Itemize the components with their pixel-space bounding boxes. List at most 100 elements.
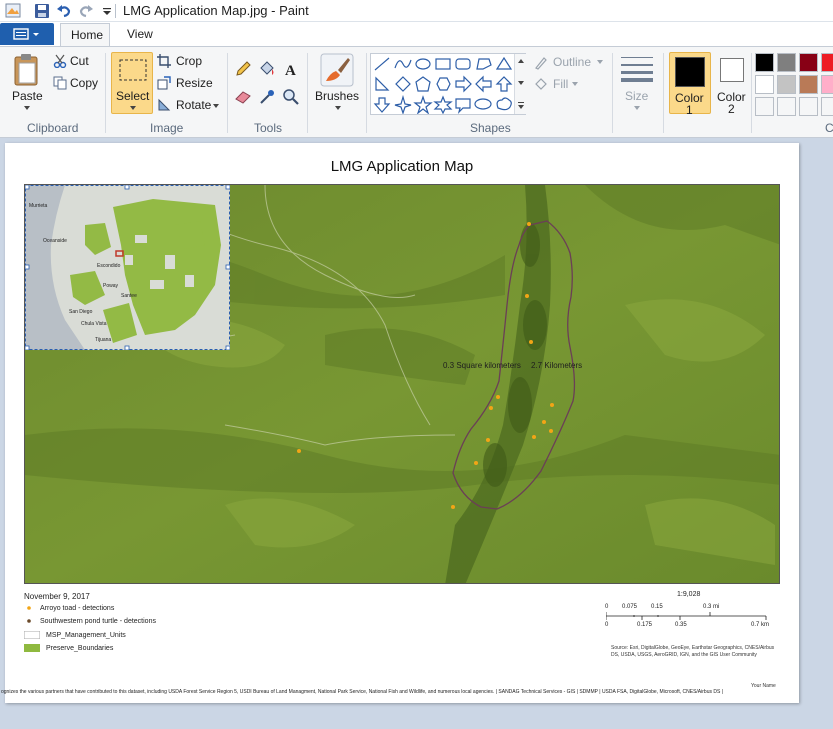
- legend-label: Preserve_Boundaries: [46, 644, 114, 652]
- group-separator: [612, 53, 613, 133]
- eraser-icon[interactable]: [234, 88, 252, 106]
- size-label: Size: [625, 89, 649, 103]
- customize-quick-access-chevron-icon[interactable]: [98, 2, 116, 20]
- shapes-scroll-up-icon[interactable]: [517, 58, 525, 64]
- palette-swatch-empty[interactable]: [799, 97, 818, 116]
- resize-icon[interactable]: [157, 76, 171, 90]
- color-picker-icon[interactable]: [258, 88, 276, 106]
- curve-shape-icon: [394, 59, 412, 69]
- palette-swatch[interactable]: [777, 53, 796, 72]
- ribbon: Paste Cut Copy Clipboard Select Crop Res…: [0, 46, 833, 138]
- rotate-button[interactable]: Rotate: [176, 98, 211, 112]
- scale-km-tick: 0.7 km: [751, 622, 770, 628]
- shapes-gallery[interactable]: [370, 53, 526, 115]
- crop-button[interactable]: Crop: [176, 54, 202, 68]
- palette-swatch[interactable]: [821, 53, 833, 72]
- resize-button[interactable]: Resize: [176, 76, 213, 90]
- selection-handle: [25, 264, 30, 270]
- palette-swatch-empty[interactable]: [777, 97, 796, 116]
- hexagon-shape-icon: [436, 77, 451, 91]
- polygon-shape-icon: [476, 58, 492, 70]
- redo-icon[interactable]: [77, 2, 95, 20]
- selection-handle: [225, 185, 230, 190]
- fill-dropdown-chevron-icon[interactable]: [571, 81, 579, 87]
- palette-swatch-empty[interactable]: [821, 97, 833, 116]
- select-button[interactable]: Select: [111, 52, 153, 114]
- arroyo-toad-symbol-icon: [27, 606, 31, 610]
- inset-label-murrieta: Murrieta: [29, 203, 48, 209]
- tab-view[interactable]: View: [117, 23, 163, 46]
- tab-home[interactable]: Home: [60, 23, 110, 46]
- line-size-icon: [621, 57, 653, 82]
- copy-button[interactable]: Copy: [70, 76, 98, 90]
- palette-swatch[interactable]: [821, 75, 833, 94]
- palette-swatch[interactable]: [777, 75, 796, 94]
- copy-icon[interactable]: [53, 76, 67, 90]
- rotate-icon[interactable]: [157, 98, 171, 112]
- fill-icon[interactable]: [534, 77, 548, 91]
- length-label: 2.7 Kilometers: [531, 361, 582, 370]
- select-dropdown-chevron-icon: [130, 106, 136, 110]
- palette-swatch[interactable]: [755, 53, 774, 72]
- rotate-dropdown-chevron-icon[interactable]: [212, 103, 220, 109]
- color-1-button[interactable]: Color 1: [669, 52, 711, 117]
- legend-label: Arroyo toad - detections: [40, 604, 115, 612]
- group-separator: [751, 53, 752, 133]
- color-2-swatch: [720, 58, 744, 82]
- right-triangle-shape-icon: [375, 76, 390, 91]
- cut-button[interactable]: Cut: [70, 54, 89, 68]
- image-canvas[interactable]: LMG Application Map 0.3 Square kilometer…: [1, 143, 799, 703]
- palette-swatch[interactable]: [755, 75, 774, 94]
- clipboard-icon: [14, 54, 38, 86]
- selection-handle: [25, 185, 30, 190]
- undo-icon[interactable]: [55, 2, 73, 20]
- map-frame: 0.3 Square kilometers 2.7 Kilometers Mur…: [24, 184, 780, 584]
- palette-swatch[interactable]: [799, 75, 818, 94]
- scale-ratio: 1:9,028: [677, 591, 701, 598]
- palette-swatch[interactable]: [799, 53, 818, 72]
- svg-text:A: A: [285, 63, 296, 78]
- arroyo-toad-point: [297, 449, 301, 453]
- image-group-label: Image: [150, 121, 184, 135]
- scale-km-tick: 0.35: [675, 622, 687, 628]
- outline-icon[interactable]: [534, 56, 548, 70]
- color-1-number: 1: [686, 103, 693, 117]
- pentagon-shape-icon: [415, 76, 431, 92]
- group-separator: [663, 53, 664, 133]
- map-title: LMG Application Map: [330, 158, 474, 175]
- shapes-scroll-down-icon[interactable]: [517, 80, 525, 86]
- size-button[interactable]: Size: [617, 53, 657, 115]
- inset-overview-map[interactable]: Murrieta Oceanside Escondido Poway Sante…: [25, 185, 230, 350]
- file-menu-button[interactable]: [0, 23, 54, 45]
- shapes-expand-icon[interactable]: [517, 102, 525, 110]
- save-icon[interactable]: [33, 2, 51, 20]
- palette-swatch-empty[interactable]: [755, 97, 774, 116]
- fill-button[interactable]: Fill: [553, 77, 568, 91]
- arroyo-toad-point: [486, 438, 490, 442]
- brushes-label: Brushes: [315, 89, 360, 103]
- outline-dropdown-chevron-icon[interactable]: [596, 59, 604, 65]
- outline-button[interactable]: Outline: [553, 55, 591, 69]
- group-separator: [105, 53, 106, 133]
- shapes-scroll[interactable]: [514, 54, 526, 114]
- map-date: November 9, 2017: [24, 592, 90, 601]
- legend-item-preserve-boundaries: Preserve_Boundaries: [24, 644, 113, 652]
- pencil-icon[interactable]: [234, 60, 252, 78]
- fill-bucket-icon[interactable]: [258, 60, 276, 78]
- color-2-button[interactable]: Color 2: [713, 52, 753, 116]
- color-2-number: 2: [728, 102, 735, 116]
- scale-km-tick: 0.175: [637, 622, 653, 628]
- selection-handle: [225, 264, 230, 270]
- four-point-star-shape-icon: [394, 94, 412, 114]
- brushes-button[interactable]: Brushes: [313, 53, 363, 115]
- inset-label-tijuana: Tijuana: [95, 337, 111, 343]
- magnifier-icon[interactable]: [282, 88, 300, 106]
- arroyo-toad-point: [489, 406, 493, 410]
- text-tool-icon[interactable]: A: [282, 60, 300, 78]
- up-arrow-shape-icon: [495, 76, 513, 92]
- cut-icon[interactable]: [53, 54, 67, 68]
- arroyo-toad-point: [496, 395, 500, 399]
- selection-handle: [225, 345, 230, 350]
- paste-button[interactable]: Paste: [8, 53, 46, 115]
- crop-icon[interactable]: [157, 54, 171, 68]
